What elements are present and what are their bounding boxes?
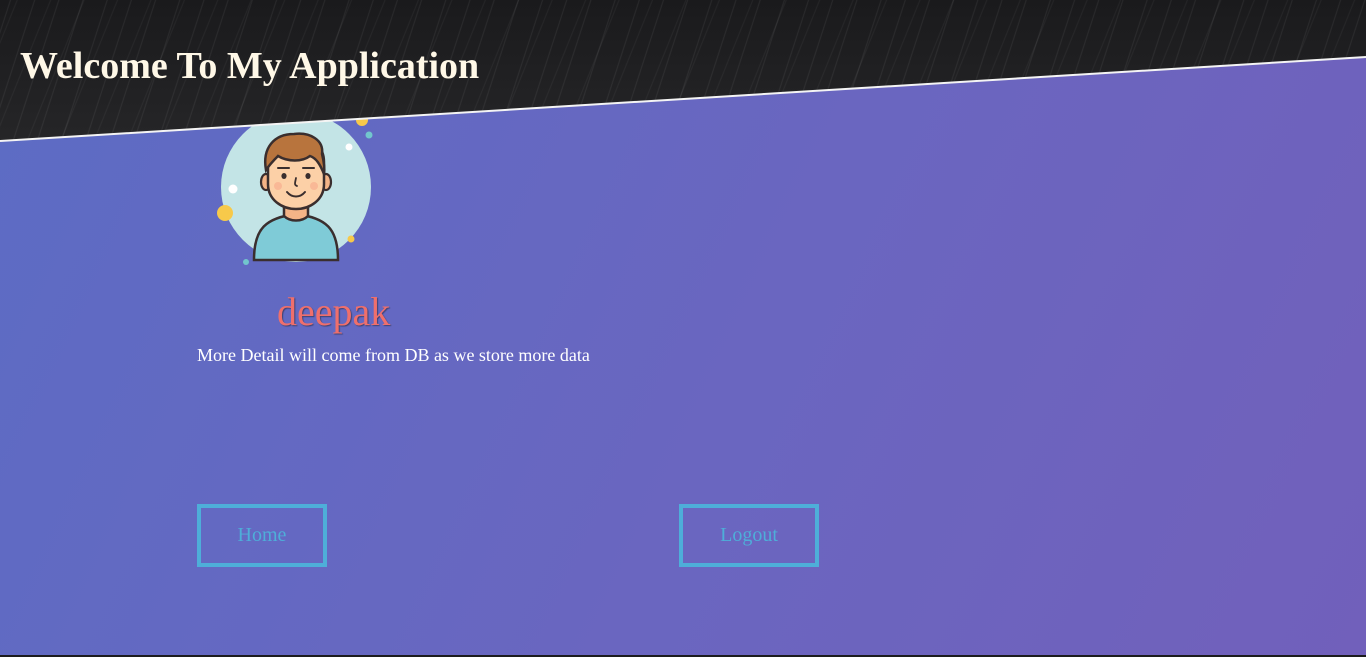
profile-detail-text: More Detail will come from DB as we stor… [197, 345, 590, 365]
username-label: deepak [277, 289, 391, 334]
user-avatar-icon [217, 112, 373, 265]
user-avatar [214, 110, 378, 270]
logout-button[interactable]: Logout [679, 504, 819, 567]
home-button[interactable]: Home [197, 504, 327, 567]
page-title: Welcome To My Application [20, 45, 480, 87]
